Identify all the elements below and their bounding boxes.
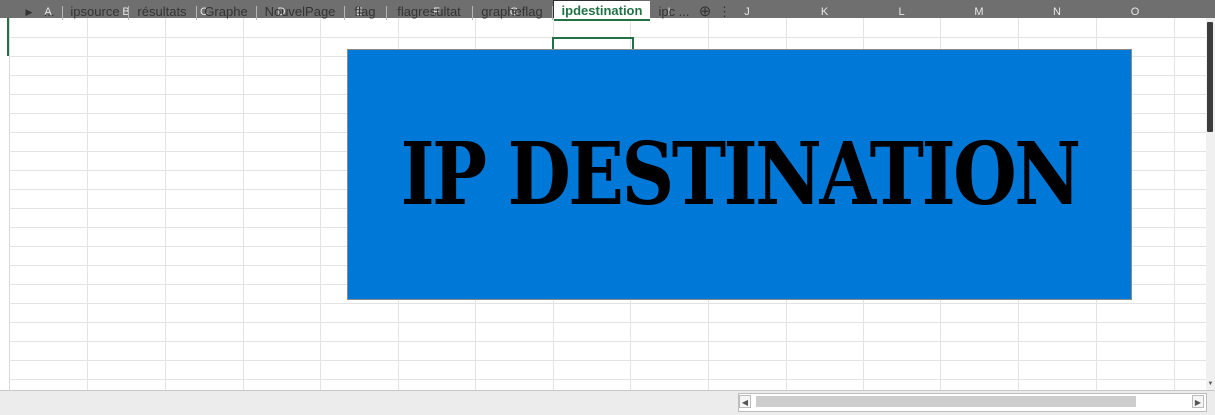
tab-divider	[256, 6, 257, 20]
sheet-tab-flagresultat[interactable]: flagresultat	[388, 2, 470, 22]
tab-divider	[344, 6, 345, 20]
sheet-tab-ipc[interactable]: ipc ...	[654, 2, 694, 22]
scroll-down-icon[interactable]: ▼	[1206, 379, 1215, 389]
row-gridline	[9, 303, 1206, 304]
sheet-tab-grapheflag[interactable]: grapheflag	[474, 2, 550, 22]
row-gridline	[9, 322, 1206, 323]
scroll-right-icon[interactable]: ▶	[1192, 395, 1204, 408]
options-dots-icon[interactable]: ⋮	[718, 2, 731, 22]
scroll-left-icon[interactable]: ◀	[739, 395, 751, 408]
ip-destination-shape[interactable]: IP DESTINATION	[347, 49, 1132, 300]
sheet-tab-ipsource[interactable]: ipsource	[64, 2, 126, 22]
tab-divider	[386, 6, 387, 20]
sheet-tab-ipdestination[interactable]: ipdestination	[554, 1, 650, 21]
horizontal-scroll-thumb[interactable]	[756, 396, 1136, 407]
row-gridline	[9, 379, 1206, 380]
sheet-overflow-button[interactable]: ...	[40, 2, 58, 22]
shape-text: IP DESTINATION	[400, 124, 1081, 225]
tab-divider	[128, 6, 129, 20]
tab-divider	[552, 6, 553, 20]
tab-divider	[62, 6, 63, 20]
sheet-tab-resultats[interactable]: résultats	[130, 2, 194, 22]
sheet-tab-nouvelpage[interactable]: NouvelPage	[258, 2, 342, 22]
column-header-o[interactable]: O	[1096, 0, 1174, 18]
column-gridline	[87, 18, 88, 390]
add-sheet-icon[interactable]: ⊕	[696, 2, 714, 22]
column-header-k[interactable]: K	[786, 0, 863, 18]
previous-sheet-icon[interactable]: ▶	[22, 2, 36, 22]
tab-divider	[472, 6, 473, 20]
vertical-scroll-thumb[interactable]	[1207, 22, 1213, 132]
column-header-l[interactable]: L	[863, 0, 940, 18]
sheet-tab-flag[interactable]: flag	[346, 2, 384, 22]
row-gridline	[9, 360, 1206, 361]
tab-divider	[196, 6, 197, 20]
column-header-m[interactable]: M	[940, 0, 1018, 18]
column-gridline	[1174, 18, 1175, 390]
row-gridline	[9, 341, 1206, 342]
sheet-tab-graphe[interactable]: Graphe	[198, 2, 254, 22]
column-header-n[interactable]: N	[1018, 0, 1096, 18]
column-gridline	[320, 18, 321, 390]
column-gridline	[243, 18, 244, 390]
column-gridline	[165, 18, 166, 390]
